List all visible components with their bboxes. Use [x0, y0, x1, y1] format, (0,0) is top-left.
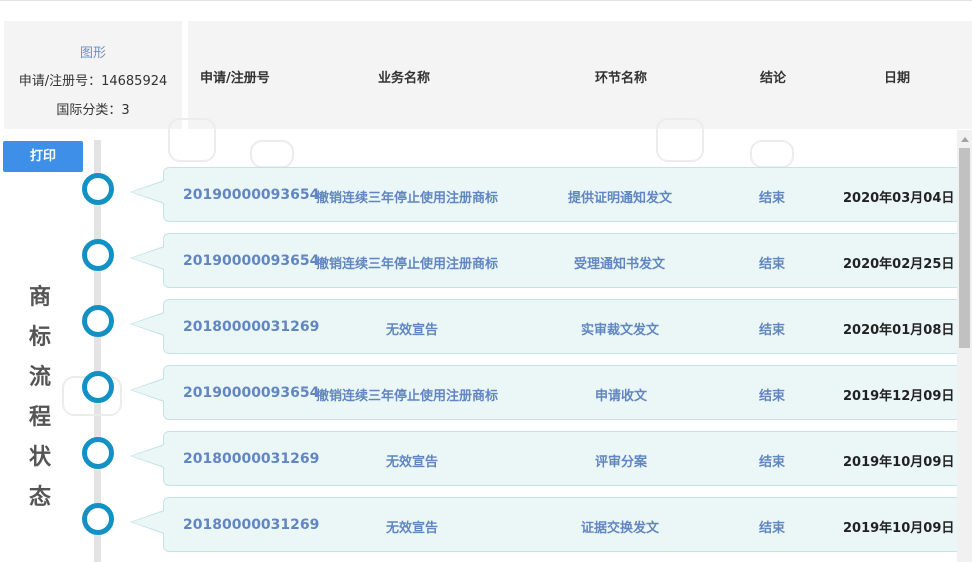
entry-business: 撤销连续三年停止使用注册商标 — [316, 191, 499, 206]
header-business: 业务名称 — [378, 71, 431, 86]
status-entry: 20180000031269 无效宣告 证据交换发文 结束 2019年10月09… — [130, 497, 963, 552]
registration-number: 申请/注册号：14685924 — [18, 74, 168, 89]
timeline-row: 20190000093654 撤销连续三年停止使用注册商标 受理通知书发文 结束… — [0, 233, 972, 289]
timeline-row: 20180000031269 无效宣告 评审分案 结束 2019年10月09日 — [0, 431, 972, 487]
status-entry: 20180000031269 无效宣告 实审裁文发文 结束 2020年01月08… — [130, 299, 963, 354]
scroll-up-arrow-icon[interactable] — [961, 137, 969, 142]
entry-result: 结束 — [759, 191, 786, 206]
header-date: 日期 — [884, 71, 911, 86]
entry-regno: 20180000031269 — [183, 451, 320, 467]
entry-result: 结束 — [759, 389, 786, 404]
scroll-thumb[interactable] — [959, 148, 970, 348]
status-entry: 20180000031269 无效宣告 评审分案 结束 2019年10月09日 — [130, 431, 963, 486]
vertical-scrollbar[interactable] — [957, 130, 972, 562]
timeline-dot — [82, 305, 114, 337]
header-step: 环节名称 — [595, 71, 648, 86]
entry-business: 撤销连续三年停止使用注册商标 — [316, 257, 499, 272]
trademark-info-panel: 图形 申请/注册号：14685924 国际分类：3 — [4, 21, 182, 129]
timeline-dot — [82, 503, 114, 535]
watermark-shape — [750, 140, 794, 168]
entry-business: 无效宣告 — [386, 455, 439, 470]
timeline-dot — [82, 173, 114, 205]
entry-business: 无效宣告 — [386, 521, 439, 536]
timeline-row: 20190000093654 撤销连续三年停止使用注册商标 提供证明通知发文 结… — [0, 167, 972, 223]
timeline-row: 20180000031269 无效宣告 证据交换发文 结束 2019年10月09… — [0, 497, 972, 553]
timeline-row: 20190000093654 撤销连续三年停止使用注册商标 申请收文 结束 20… — [0, 365, 972, 421]
header-regno: 申请/注册号 — [200, 71, 270, 86]
status-entry: 20190000093654 撤销连续三年停止使用注册商标 申请收文 结束 20… — [130, 365, 963, 420]
status-entry: 20190000093654 撤销连续三年停止使用注册商标 提供证明通知发文 结… — [130, 167, 963, 222]
table-header: 申请/注册号 业务名称 环节名称 结论 日期 — [188, 21, 972, 129]
timeline-dot — [82, 239, 114, 271]
header-result: 结论 — [760, 71, 787, 86]
watermark-shape — [656, 118, 704, 162]
entry-regno: 20190000093654 — [183, 385, 320, 401]
entry-step: 评审分案 — [595, 455, 648, 470]
timeline-dot — [82, 437, 114, 469]
watermark-shape — [250, 140, 294, 168]
trademark-image-link[interactable]: 图形 — [4, 42, 182, 61]
entry-step: 受理通知书发文 — [574, 257, 666, 272]
entry-regno: 20180000031269 — [183, 517, 320, 533]
entry-result: 结束 — [759, 323, 786, 338]
entry-date: 2019年10月09日 — [843, 455, 955, 470]
entry-step: 提供证明通知发文 — [568, 191, 673, 206]
status-entry: 20190000093654 撤销连续三年停止使用注册商标 受理通知书发文 结束… — [130, 233, 963, 288]
entry-result: 结束 — [759, 521, 786, 536]
entry-regno: 20190000093654 — [183, 253, 320, 269]
entry-result: 结束 — [759, 257, 786, 272]
timeline-dot — [82, 371, 114, 403]
timeline-row: 20180000031269 无效宣告 实审裁文发文 结束 2020年01月08… — [0, 299, 972, 355]
entry-date: 2019年10月09日 — [843, 521, 955, 536]
entry-step: 申请收文 — [595, 389, 648, 404]
international-class: 国际分类：3 — [56, 103, 130, 118]
entry-regno: 20180000031269 — [183, 319, 320, 335]
entry-date: 2020年03月04日 — [843, 191, 955, 206]
watermark-shape — [168, 118, 216, 162]
entry-date: 2019年12月09日 — [843, 389, 955, 404]
entry-result: 结束 — [759, 455, 786, 470]
entry-business: 无效宣告 — [386, 323, 439, 338]
entry-regno: 20190000093654 — [183, 187, 320, 203]
entry-date: 2020年02月25日 — [843, 257, 955, 272]
entry-step: 证据交换发文 — [581, 521, 660, 536]
entry-date: 2020年01月08日 — [843, 323, 955, 338]
entry-step: 实审裁文发文 — [581, 323, 660, 338]
entry-business: 撤销连续三年停止使用注册商标 — [316, 389, 499, 404]
top-divider — [0, 0, 972, 1]
